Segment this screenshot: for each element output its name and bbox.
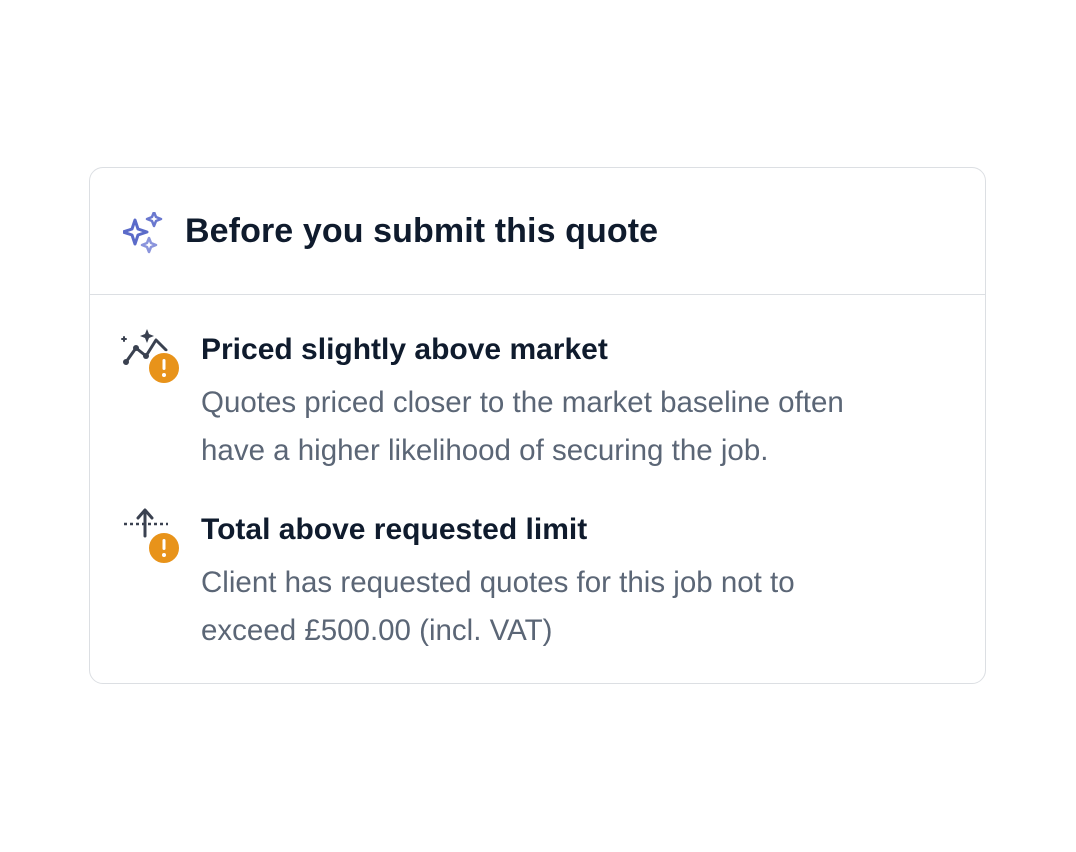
alert-description-line: Client has requested quotes for this job… — [201, 566, 795, 599]
alert-description-line: have a higher likelihood of securing the… — [201, 434, 769, 467]
alert-title: Total above requested limit — [201, 513, 588, 546]
alert-description-line: Quotes priced closer to the market basel… — [201, 386, 844, 419]
warning-icon — [147, 351, 181, 385]
warning-icon — [147, 531, 181, 565]
limit-arrow-icon — [124, 508, 181, 565]
sparkles-icon — [123, 212, 163, 254]
card-header: Before you submit this quote — [90, 168, 985, 295]
alert-description: Client has requested quotes for this job… — [201, 559, 961, 655]
alert-description: Quotes priced closer to the market basel… — [201, 379, 961, 475]
chart-trend-icon — [121, 329, 181, 385]
quote-check-card: Before you submit this quote Priced slig… — [89, 167, 986, 684]
card-title: Before you submit this quote — [185, 212, 659, 250]
alert-description-line: exceed £500.00 (incl. VAT) — [201, 614, 553, 647]
alert-title: Priced slightly above market — [201, 333, 608, 366]
